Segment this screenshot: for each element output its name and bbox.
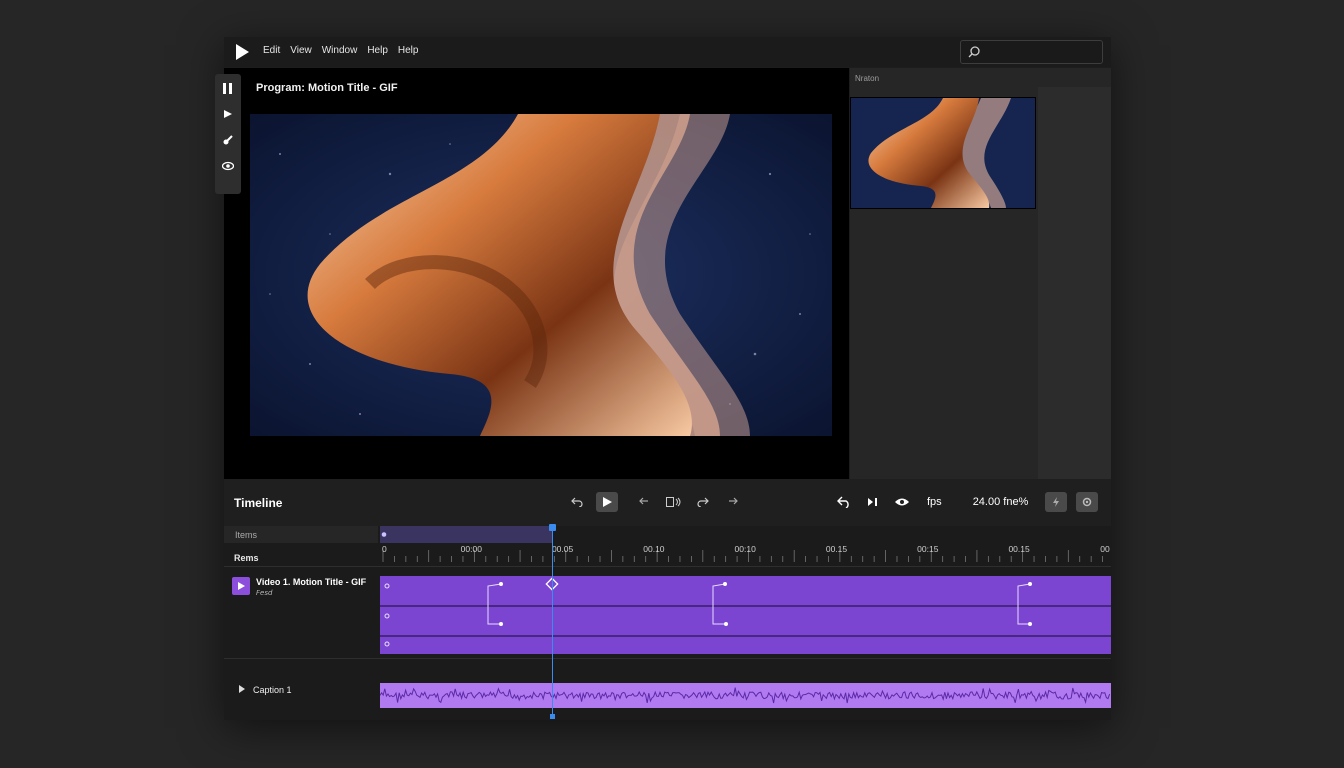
ruler-tick-label: 00:10 [735, 544, 757, 554]
ruler-tick-label: 0 [382, 544, 387, 554]
pause-icon[interactable] [221, 80, 235, 96]
settings-icon[interactable] [1076, 492, 1099, 512]
menu-window[interactable]: Window [322, 45, 358, 56]
redo-icon[interactable] [693, 492, 713, 512]
ruler-tick-label: 00.15 [1008, 544, 1030, 554]
items-header: Items [224, 526, 378, 543]
video-track-icon [232, 577, 250, 595]
play-button[interactable] [596, 492, 618, 512]
program-title: Program: Motion Title - GIF [256, 82, 398, 94]
work-area-start-handle [381, 532, 387, 537]
menu-view[interactable]: View [290, 45, 312, 56]
program-preview-image[interactable] [250, 114, 832, 436]
lightning-icon[interactable] [1045, 492, 1068, 512]
menu-bar: Edit View Window Help Help [224, 37, 1111, 67]
timeline-header: Timeline fps 24.00 fne% [224, 479, 1111, 526]
tool-strip [215, 74, 241, 194]
playhead-line[interactable] [552, 526, 553, 718]
timeline-tools: fps 24.00 fne% [834, 492, 1099, 512]
undo-icon[interactable] [567, 492, 587, 512]
time-ruler[interactable]: 0 00:00 00.05 00.10 00:10 00.15 00:15 00.15 00 [380, 526, 1111, 566]
step-forward-icon[interactable] [722, 492, 742, 512]
ruler-tick-label: 00 [1100, 544, 1110, 554]
video-track-label[interactable]: Video 1. Motion Title - GIF 𝘍𝘦𝘴𝘥 [232, 577, 366, 597]
ruler-tick-label: 00.15 [826, 544, 848, 554]
caption-track-label[interactable]: Caption 1 [239, 685, 292, 695]
timeline-title: Timeline [234, 496, 283, 510]
snap-icon[interactable] [863, 492, 883, 512]
video-clip[interactable] [380, 576, 1111, 654]
source-thumbnail[interactable] [850, 97, 1036, 209]
search-input[interactable] [960, 40, 1103, 64]
brush-icon[interactable] [221, 132, 235, 148]
expand-icon[interactable] [239, 685, 245, 693]
playhead-bottom-marker [550, 714, 555, 719]
transport-controls [567, 492, 742, 512]
editor-window: Edit View Window Help Help Program: Moti… [215, 37, 1111, 720]
menu-help-2[interactable]: Help [398, 45, 419, 56]
fps-label: fps [927, 496, 942, 508]
fps-value[interactable]: 24.00 fne% [973, 496, 1029, 508]
loop-icon[interactable] [834, 492, 854, 512]
select-icon[interactable] [221, 106, 235, 122]
source-panel-label: Nraton [855, 74, 880, 83]
program-monitor: Program: Motion Title - GIF [224, 68, 849, 479]
source-panel: Nraton [850, 68, 1111, 479]
menu-edit[interactable]: Edit [263, 45, 280, 56]
right-column-panel [1038, 87, 1111, 479]
caption-track-name: Caption 1 [253, 685, 292, 695]
work-area-bar [380, 526, 552, 543]
caption-audio-waveform[interactable] [380, 683, 1111, 708]
ruler-tick-label: 00.05 [552, 544, 574, 554]
ruler-separator [224, 566, 1111, 567]
eye-icon[interactable] [221, 158, 235, 174]
step-back-icon[interactable] [635, 492, 655, 512]
rems-label: Rems [234, 553, 259, 563]
video-track-sub: 𝘍𝘦𝘴𝘥 [256, 590, 273, 597]
menu-help[interactable]: Help [367, 45, 388, 56]
search-icon [968, 46, 980, 58]
play-logo-icon[interactable] [236, 44, 249, 60]
track-separator [224, 658, 1111, 659]
play-icon [603, 497, 612, 507]
trim-icon[interactable] [664, 492, 684, 512]
ruler-tick-label: 00.10 [643, 544, 665, 554]
ruler-tick-label: 00:00 [461, 544, 483, 554]
ruler-tick-label: 00:15 [917, 544, 939, 554]
video-track-name: Video 1. Motion Title - GIF [256, 577, 367, 587]
menu: Edit View Window Help Help [263, 45, 418, 56]
timeline-tracks: Items Rems 0 00:00 00.05 00.10 00:10 00.15 00:… [224, 526, 1111, 720]
playhead-handle[interactable] [549, 524, 556, 531]
visibility-icon[interactable] [892, 492, 912, 512]
